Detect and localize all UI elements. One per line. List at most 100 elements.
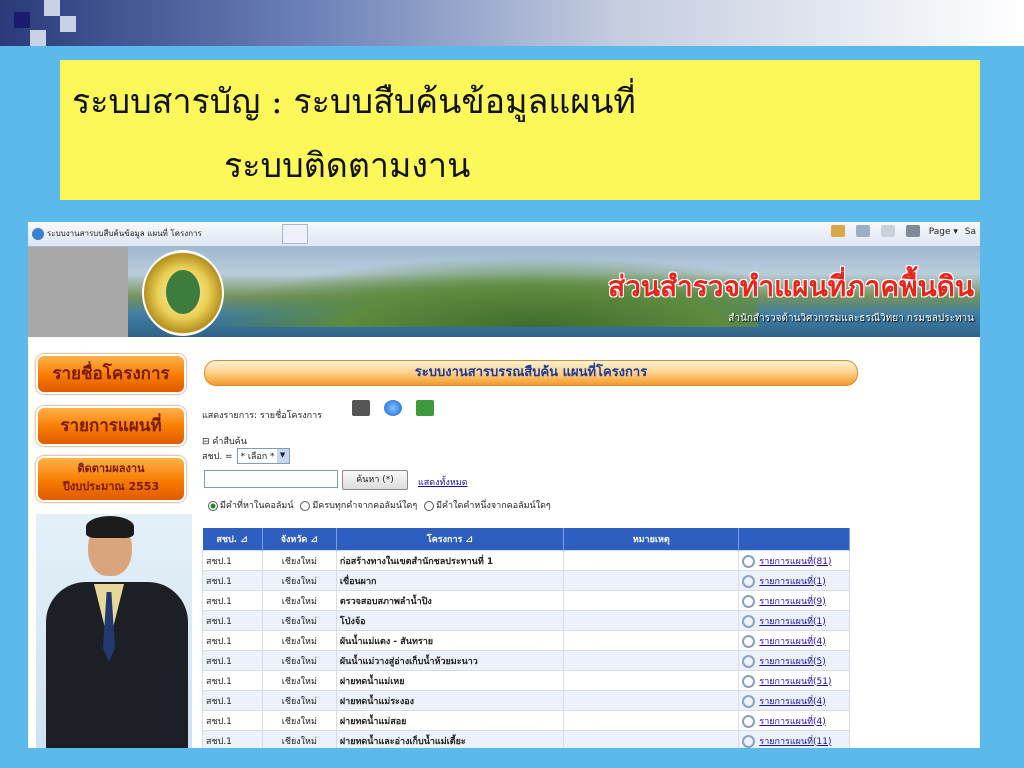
radio-any-word[interactable] [424,500,435,511]
search-criteria-toggle[interactable]: ⊟ คำสืบค้น [202,434,247,448]
feeds-icon[interactable] [856,225,871,237]
table-row: สชป.1 เชียงใหม่ ก่อสร้างทางในเขตสำนักชลประ… [202,550,850,571]
banner-grey-panel [28,247,128,337]
cell-note [563,670,740,691]
cell-note [563,630,740,651]
map-list-link[interactable]: รายการแผนที่(1) [759,577,825,587]
browser-tab[interactable]: ระบบงานสารบบสืบค้นข้อมูล แผนที่ โครงการ [28,224,280,244]
safety-menu[interactable]: Sa [965,227,976,237]
printer-icon[interactable] [352,400,370,416]
excel-export-icon[interactable] [416,400,434,416]
slide-title: ระบบสารบัญ : ระบบสืบค้นข้อมูลแผนที่ [72,82,636,122]
radio-label: มีคำที่หาในคอลัมน์ [220,501,294,511]
browser-command-bar: Page ▾ Sa [823,225,976,237]
decor-square [30,30,46,46]
chevron-down-icon: ▼ [276,449,289,463]
table-row: สชป.1 เชียงใหม่ ฝายทดน้ำแม่สอย รายการแผนที่… [202,710,850,731]
followup-label: ติดตามผลงาน [77,462,145,475]
table-row: สชป.1 เชียงใหม่ ผันน้ำแม่แตง - สันทราย รายก… [202,630,850,651]
table-row: สชป.1 เชียงใหม่ ผันน้ำแม่วางสู่อ่างเก็บน้ำ… [202,650,850,671]
cell-note [563,730,740,748]
followup-button[interactable]: ติดตามผลงาน ปีงบประมาณ 2553 [36,456,186,502]
cell-project: ก่อสร้างทางในเขตสำนักชลประทานที่ 1 [335,550,565,571]
cell-region: สชป.1 [202,710,263,731]
table-row: สชป.1 เชียงใหม่ ฝายทดน้ำและอ่างเก็บน้ำแม่เ… [202,730,850,748]
print-icon[interactable] [905,225,920,237]
map-list-link[interactable]: รายการแผนที่(4) [759,717,825,727]
column-header-project[interactable]: โครงการ ⊿ [336,528,565,551]
column-header-maps [738,528,850,551]
mail-icon[interactable] [880,225,895,237]
cell-maps: รายการแผนที่(9) [738,590,850,611]
province-select-value: * เลือก * [240,452,275,462]
radio-all-words[interactable] [300,500,311,511]
map-list-link[interactable]: รายการแผนที่(9) [759,597,825,607]
map-list-link[interactable]: รายการแผนที่(1) [759,617,825,627]
magnifier-icon[interactable] [742,554,756,568]
cell-project: ฝายทดน้ำแม่ระงอง [335,690,565,711]
browser-tab-title: ระบบงานสารบบสืบค้นข้อมูล แผนที่ โครงการ [47,229,202,238]
cell-project: ผันน้ำแม่แตง - สันทราย [335,630,565,651]
cell-maps: รายการแผนที่(1) [738,570,850,591]
projects-table: สชป. ⊿ จังหวัด ⊿ โครงการ ⊿ หมายเหตุ สชป.… [202,528,850,748]
magnifier-icon[interactable] [742,594,756,608]
cell-project: เขื่อนผาก [335,570,565,591]
cell-region: สชป.1 [202,670,263,691]
projects-list-button[interactable]: รายชื่อโครงการ [36,354,186,394]
decor-square [44,0,60,16]
map-list-link[interactable]: รายการแผนที่(5) [759,657,825,667]
show-all-link[interactable]: แสดงทั้งหมด [418,475,468,489]
magnifier-icon[interactable] [742,574,756,588]
map-list-link[interactable]: รายการแผนที่(51) [759,677,831,687]
browser-screenshot: ระบบงานสารบบสืบค้นข้อมูล แผนที่ โครงการ … [28,222,980,748]
search-button[interactable]: ค้นหา (*) [342,470,408,490]
cell-region: สชป.1 [202,610,263,631]
magnifier-icon[interactable] [742,694,756,708]
magnifier-icon[interactable] [742,614,756,628]
cell-project: โป่งจ้อ [335,610,565,631]
ie-favicon-icon [32,227,44,240]
cell-project: ฝายทดน้ำแม่สอย [335,710,565,731]
magnifier-icon[interactable] [742,734,756,748]
cell-region: สชป.1 [202,690,263,711]
radio-any-column[interactable] [208,500,218,511]
column-header-province[interactable]: จังหวัด ⊿ [262,528,337,551]
table-row: สชป.1 เชียงใหม่ โป่งจ้อ รายการแผนที่(1) [202,610,850,631]
map-list-link[interactable]: รายการแผนที่(4) [759,637,825,647]
home-icon[interactable] [831,225,846,237]
province-filter: สชป. = * เลือก * ▼ [202,448,290,464]
browser-export-icon[interactable] [384,400,402,416]
magnifier-icon[interactable] [742,674,756,688]
table-row: สชป.1 เชียงใหม่ เขื่อนผาก รายการแผนที่(1) [202,570,850,591]
table-row: สชป.1 เชียงใหม่ ฝายทดน้ำแม่เหย รายการแผนที่… [202,670,850,691]
cell-maps: รายการแผนที่(4) [738,630,850,651]
map-list-link[interactable]: รายการแผนที่(81) [759,557,831,567]
page-menu[interactable]: Page ▾ [929,227,958,237]
cell-maps: รายการแผนที่(81) [738,550,850,571]
cell-region: สชป.1 [202,730,263,748]
magnifier-icon[interactable] [742,634,756,648]
new-tab-button[interactable] [282,224,308,244]
magnifier-icon[interactable] [742,714,756,728]
slide-decoration-bar [0,0,1024,46]
cell-region: สชป.1 [202,550,263,571]
show-list-label: แสดงรายการ: รายชื่อโครงการ [202,411,323,421]
decor-square [14,12,30,28]
search-mode-radios: มีคำที่หาในคอลัมน์ มีครบทุกคำจากคอลัมน์ใ… [204,498,551,512]
cell-maps: รายการแผนที่(11) [738,730,850,748]
maps-list-button[interactable]: รายการแผนที่ [36,406,186,446]
cell-project: ผันน้ำแม่วางสู่อ่างเก็บน้ำห้วยมะนาว [335,650,565,671]
cell-maps: รายการแผนที่(51) [738,670,850,691]
column-header-region[interactable]: สชป. ⊿ [202,528,263,551]
province-filter-label: สชป. = [202,452,233,462]
cell-note [563,590,740,611]
photo-hair [86,516,134,538]
map-list-link[interactable]: รายการแผนที่(4) [759,697,825,707]
province-select[interactable]: * เลือก * ▼ [237,448,290,464]
search-input[interactable] [204,470,338,488]
column-header-note[interactable]: หมายเหตุ [563,528,740,551]
cell-province: เชียงใหม่ [261,630,337,651]
magnifier-icon[interactable] [742,654,756,668]
banner-title: ส่วนสำรวจทำแผนที่ภาคพื้นดิน [608,270,974,303]
map-list-link[interactable]: รายการแผนที่(11) [759,737,831,747]
